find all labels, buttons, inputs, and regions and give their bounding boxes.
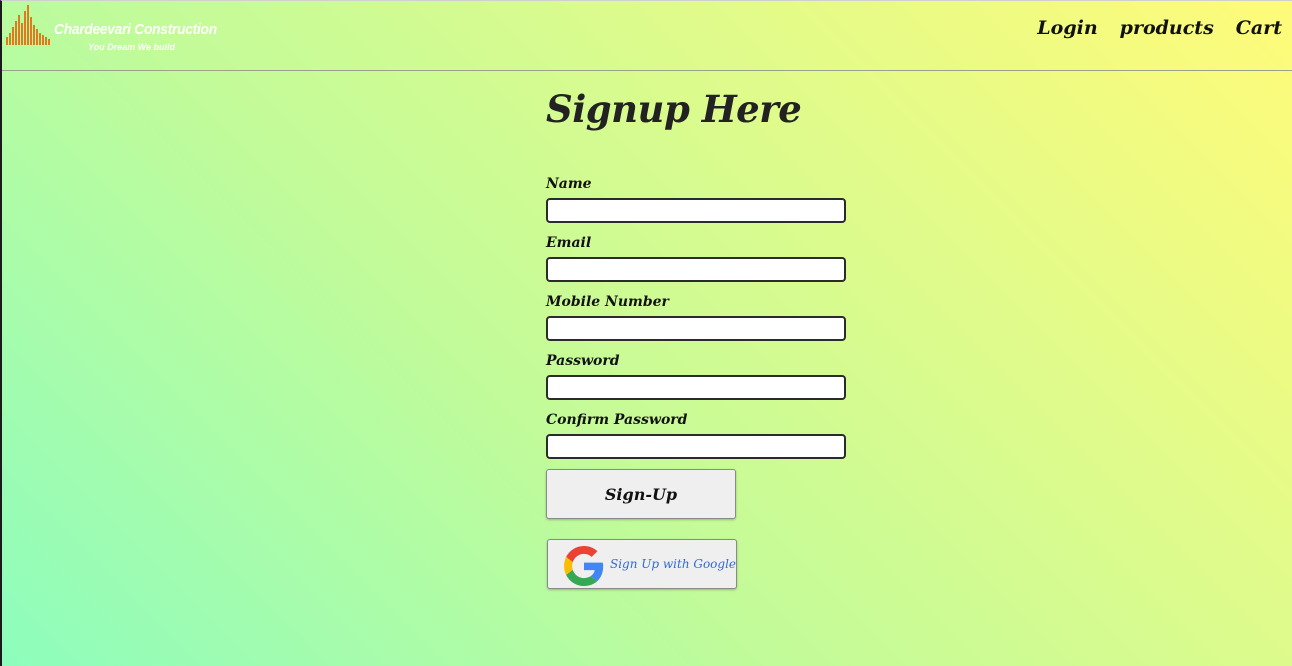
mobile-number-input[interactable]: [546, 316, 846, 341]
google-g-icon: [564, 546, 604, 586]
confirm-password-input[interactable]: [546, 434, 846, 459]
google-signup-button[interactable]: Sign Up with Google: [547, 539, 737, 589]
signup-button[interactable]: Sign-Up: [546, 469, 736, 519]
name-label: Name: [546, 176, 592, 192]
building-bars-icon: [6, 5, 50, 45]
brand-title: Chardeevari Construction: [54, 21, 217, 38]
email-input[interactable]: [546, 257, 846, 282]
mobile-number-label: Mobile Number: [546, 294, 669, 310]
page-title: Signup Here: [546, 87, 802, 131]
nav-login-link[interactable]: Login: [1037, 17, 1097, 39]
email-label: Email: [546, 235, 592, 251]
nav-products-link[interactable]: products: [1120, 17, 1214, 39]
signup-form: Signup Here Name Email Mobile Number Pas…: [546, 83, 866, 589]
confirm-password-label: Confirm Password: [546, 412, 688, 428]
name-input[interactable]: [546, 198, 846, 223]
nav-cart-link[interactable]: Cart: [1236, 17, 1282, 39]
password-input[interactable]: [546, 375, 846, 400]
top-nav: Login products Cart: [1037, 17, 1282, 39]
brand-logo[interactable]: Chardeevari Construction You Dream We bu…: [4, 3, 217, 57]
navbar: Chardeevari Construction You Dream We bu…: [2, 1, 1292, 71]
brand-tagline: You Dream We build: [88, 42, 176, 52]
password-label: Password: [546, 353, 620, 369]
google-signup-label: Sign Up with Google: [610, 557, 737, 571]
